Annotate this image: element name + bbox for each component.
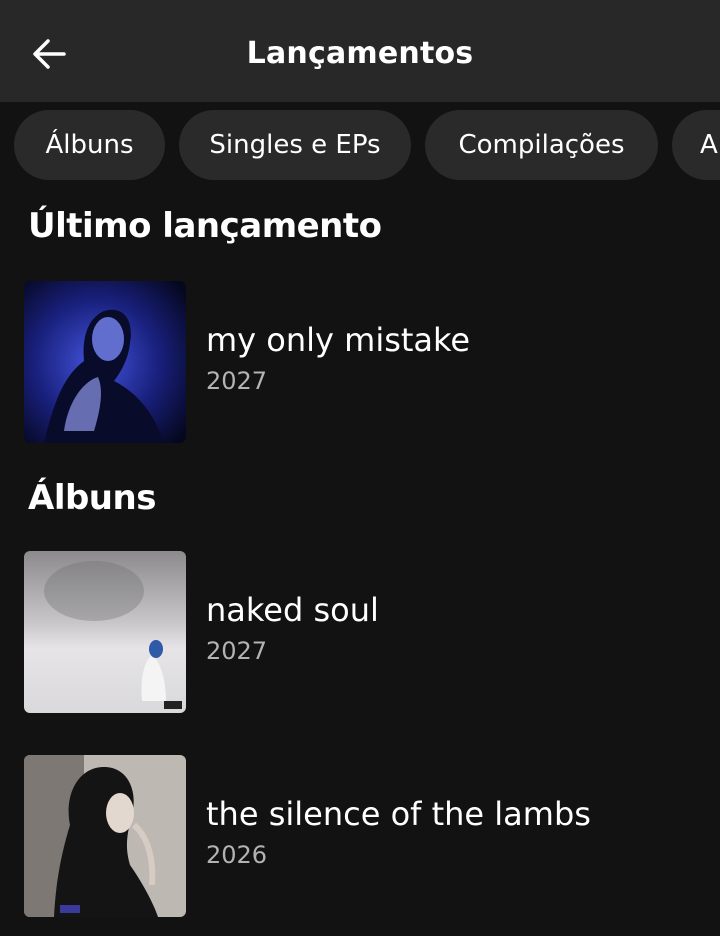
section-title-latest: Último lançamento [28, 206, 382, 246]
album-cover [24, 755, 186, 917]
chip-compilacoes[interactable]: Compilações [425, 110, 658, 180]
filter-chips: Álbuns Singles e EPs Compilações A [0, 110, 720, 182]
album-title: the silence of the lambs [206, 795, 591, 833]
chip-albuns[interactable]: Álbuns [14, 110, 165, 180]
chip-aparece-em[interactable]: A [672, 110, 720, 180]
album-item[interactable]: naked soul 2027 [24, 551, 704, 713]
release-item[interactable]: my only mistake 2027 [24, 281, 704, 443]
album-year: 2027 [206, 637, 268, 665]
release-title: my only mistake [206, 321, 471, 359]
album-cover [24, 281, 186, 443]
album-item[interactable]: the silence of the lambs 2026 [24, 755, 704, 917]
page-title: Lançamentos [246, 36, 474, 71]
top-app-bar: Lançamentos [0, 0, 720, 102]
album-cover [24, 551, 186, 713]
section-title-albums: Álbuns [28, 478, 156, 518]
release-year: 2027 [206, 367, 268, 395]
album-title: naked soul [206, 591, 379, 629]
chip-singles-eps[interactable]: Singles e EPs [179, 110, 411, 180]
album-year: 2026 [206, 841, 268, 869]
